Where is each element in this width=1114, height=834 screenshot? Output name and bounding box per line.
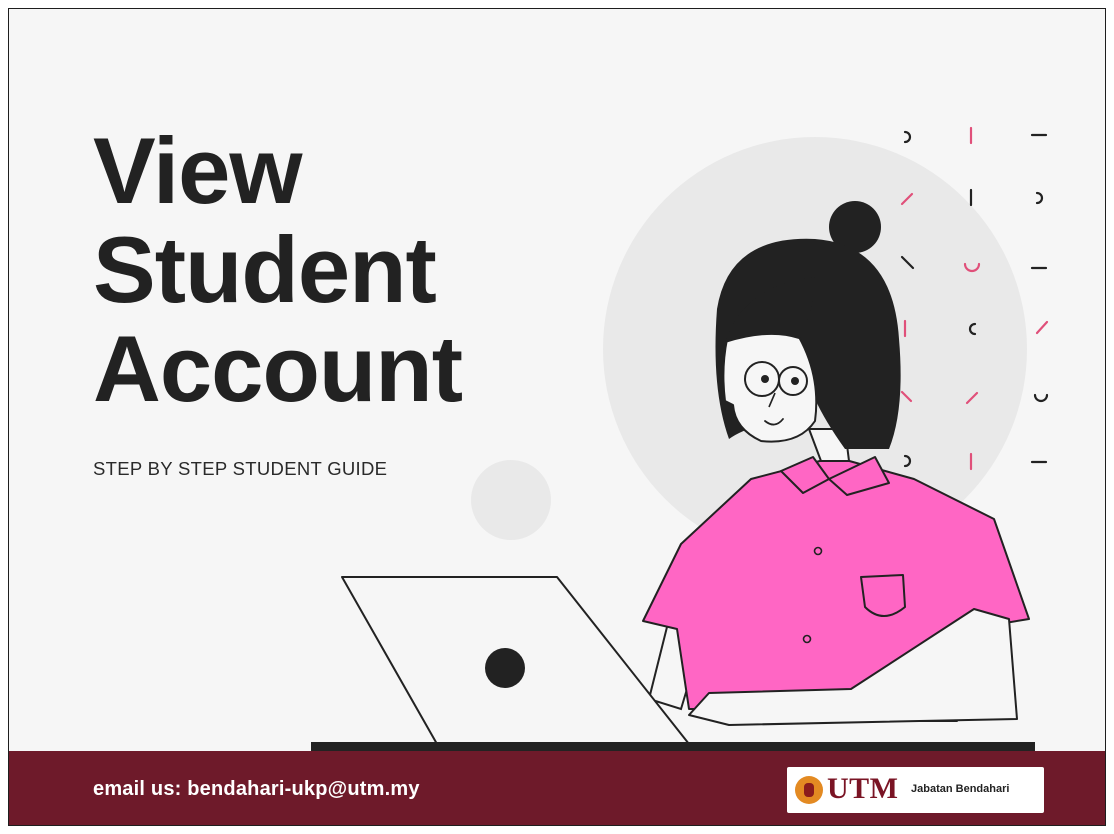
title-line: View xyxy=(93,118,303,223)
bg-circle-small xyxy=(471,460,551,540)
footer-bar: email us: bendahari-ukp@utm.my UTM Jabat… xyxy=(9,751,1105,825)
page-title: View Student Account xyxy=(93,118,463,421)
subtitle: STEP BY STEP STUDENT GUIDE xyxy=(93,458,388,479)
logo-brand: UTM xyxy=(827,772,899,805)
slide: View Student Account STEP BY STEP STUDEN… xyxy=(8,8,1106,826)
laptop-logo xyxy=(485,648,525,688)
title-line: Account xyxy=(93,316,463,421)
desk xyxy=(311,742,1035,751)
contact-email: email us: bendahari-ukp@utm.my xyxy=(93,778,420,800)
title-line: Student xyxy=(93,217,437,322)
utm-seal-icon xyxy=(795,776,823,804)
logo-department: Jabatan Bendahari xyxy=(911,783,1010,795)
utm-logo: UTM Jabatan Bendahari xyxy=(787,767,1044,813)
